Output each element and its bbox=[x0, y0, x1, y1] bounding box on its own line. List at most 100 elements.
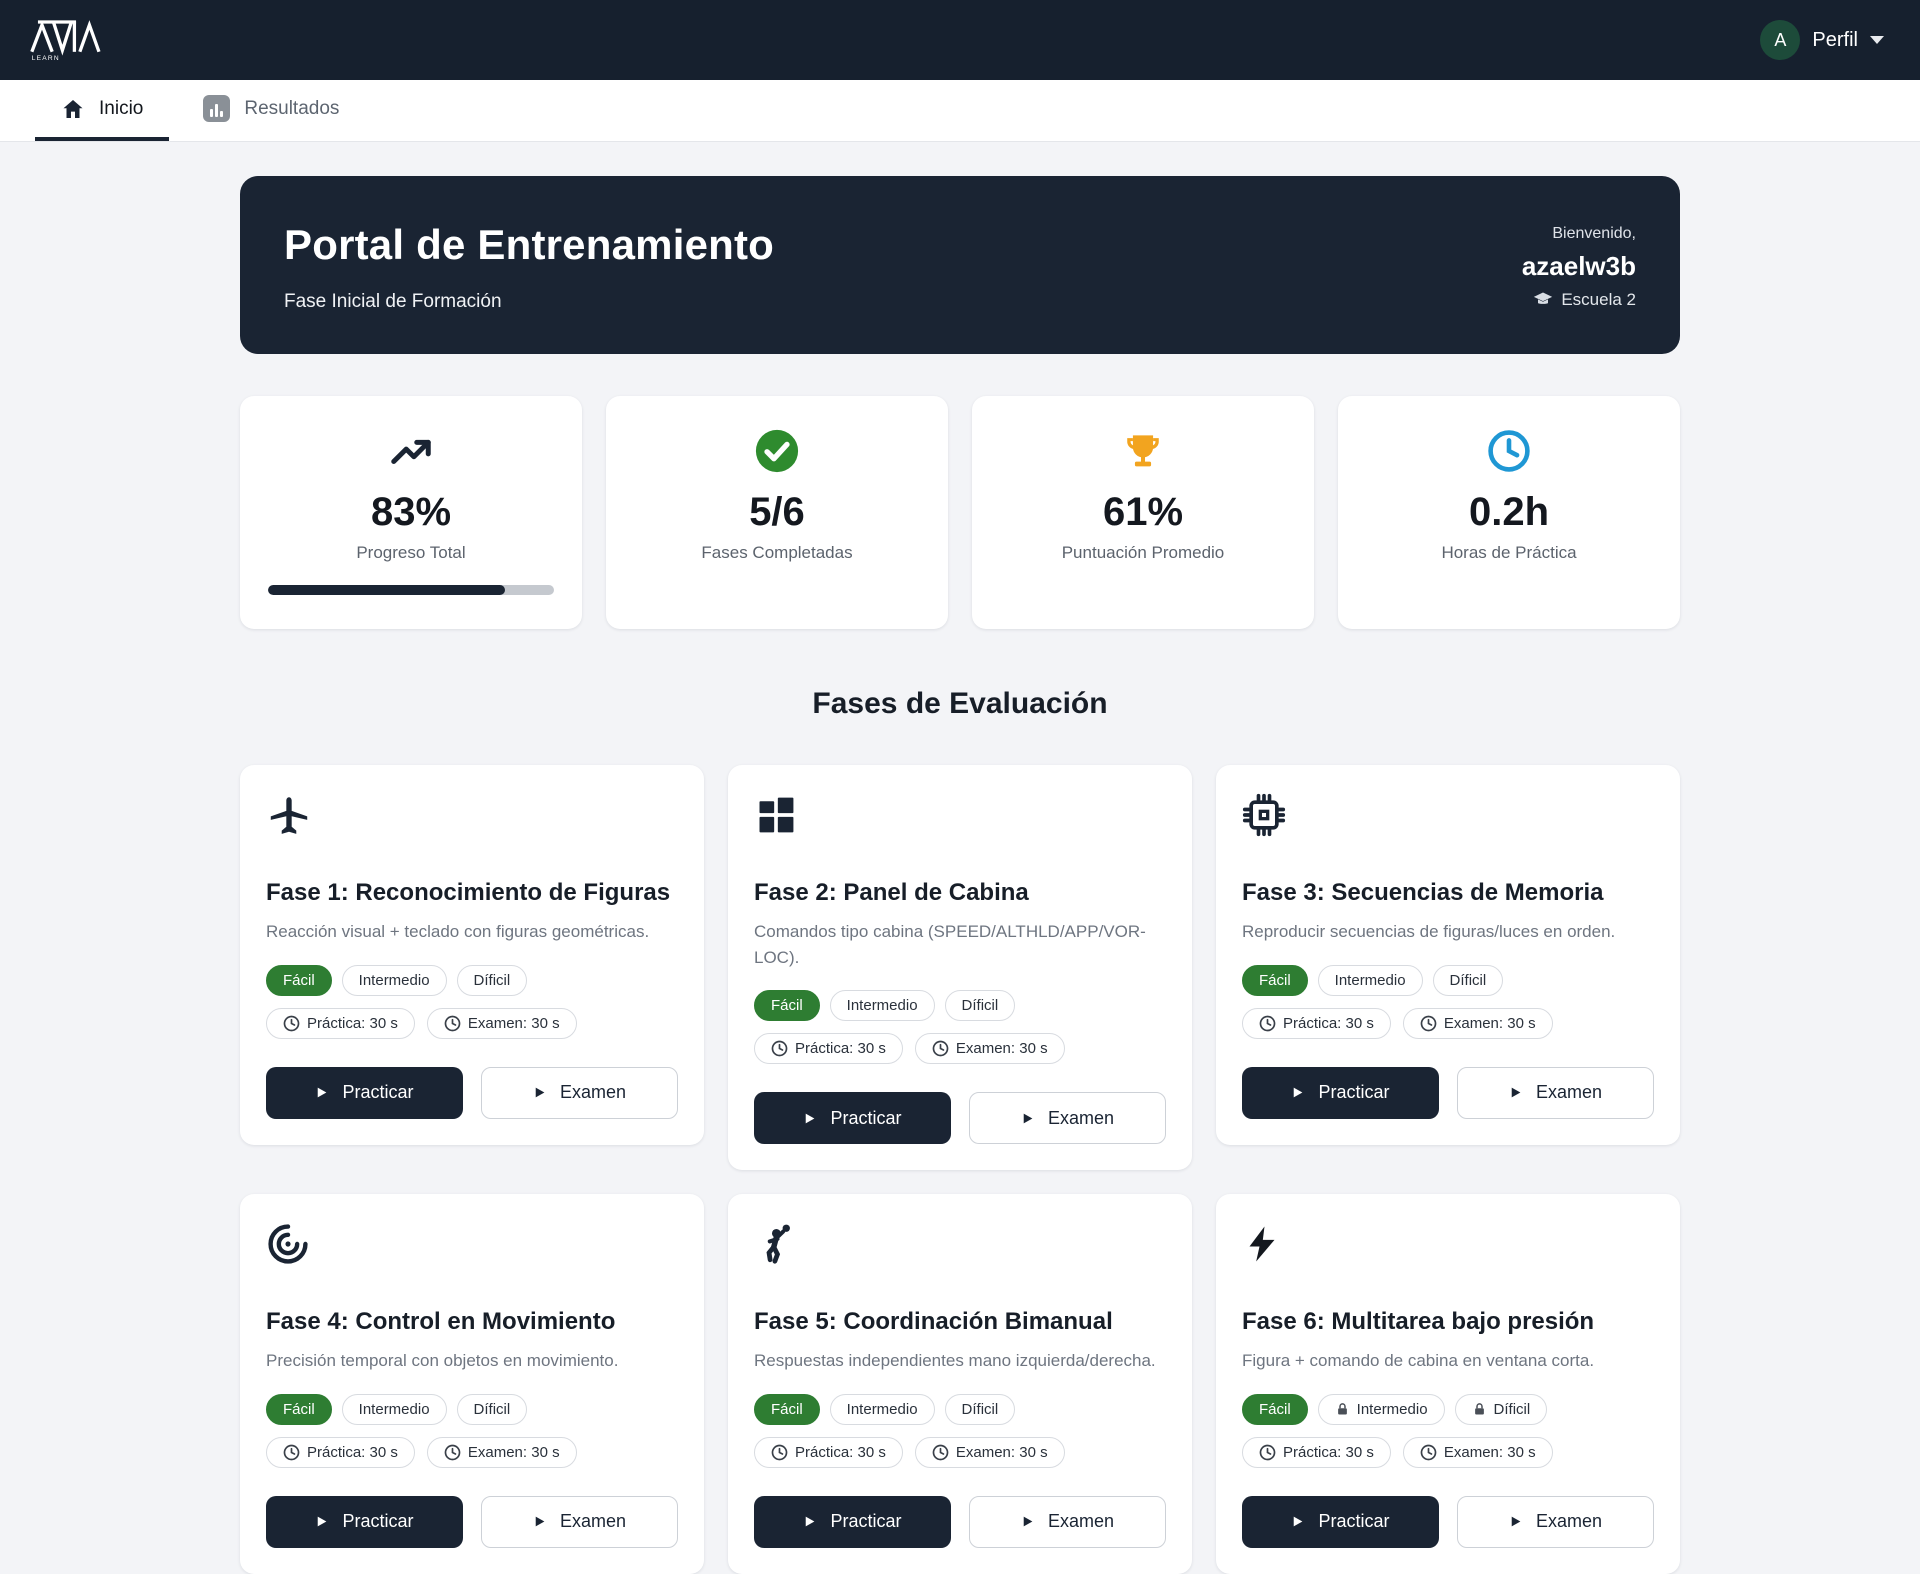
difficulty-chips: Fácil Intermedio Díficil bbox=[266, 965, 678, 996]
clock-icon bbox=[444, 1015, 461, 1032]
lock-icon bbox=[1472, 1402, 1487, 1417]
examen-button[interactable]: Examen bbox=[1457, 1496, 1654, 1548]
chip-facil[interactable]: Fácil bbox=[754, 1394, 820, 1425]
play-icon bbox=[1291, 1086, 1304, 1099]
phase-card-6: Fase 6: Multitarea bajo presión Figura +… bbox=[1216, 1194, 1680, 1574]
chip-dificil[interactable]: Díficil bbox=[1433, 965, 1504, 996]
tab-inicio-label: Inicio bbox=[99, 98, 143, 120]
practice-time-chip: Práctica: 30 s bbox=[754, 1437, 903, 1468]
time-chips: Práctica: 30 s Examen: 30 s bbox=[754, 1437, 1166, 1468]
play-icon bbox=[1021, 1112, 1034, 1125]
phase-card-5: Fase 5: Coordinación Bimanual Respuestas… bbox=[728, 1194, 1192, 1574]
play-icon bbox=[1509, 1086, 1522, 1099]
chip-dificil[interactable]: Díficil bbox=[945, 1394, 1016, 1425]
phase-title: Fase 3: Secuencias de Memoria bbox=[1242, 879, 1654, 907]
chip-dificil[interactable]: Díficil bbox=[945, 990, 1016, 1021]
practice-time-chip: Práctica: 30 s bbox=[754, 1033, 903, 1064]
chevron-down-icon bbox=[1870, 36, 1884, 44]
phase-description: Reproducir secuencias de figuras/luces e… bbox=[1242, 919, 1654, 945]
phase-description: Respuestas independientes mano izquierda… bbox=[754, 1348, 1166, 1374]
clock-icon bbox=[1259, 1444, 1276, 1461]
panel-grid-icon bbox=[754, 793, 1166, 839]
practice-time-chip: Práctica: 30 s bbox=[1242, 1008, 1391, 1039]
practicar-button[interactable]: Practicar bbox=[1242, 1496, 1439, 1548]
school-row: Escuela 2 bbox=[1533, 290, 1636, 310]
play-icon bbox=[533, 1086, 546, 1099]
phase-card-2: Fase 2: Panel de Cabina Comandos tipo ca… bbox=[728, 765, 1192, 1170]
chip-dificil[interactable]: Díficil bbox=[457, 965, 528, 996]
exam-time-chip: Examen: 30 s bbox=[915, 1437, 1065, 1468]
time-chips: Práctica: 30 s Examen: 30 s bbox=[1242, 1008, 1654, 1039]
chip-facil[interactable]: Fácil bbox=[266, 1394, 332, 1425]
chip-intermedio[interactable]: Intermedio bbox=[830, 990, 935, 1021]
stat-value: 83% bbox=[371, 490, 451, 535]
phase-description: Comandos tipo cabina (SPEED/ALTHLD/APP/V… bbox=[754, 919, 1166, 970]
phase-title: Fase 5: Coordinación Bimanual bbox=[754, 1308, 1166, 1336]
practicar-button[interactable]: Practicar bbox=[754, 1092, 951, 1144]
examen-button[interactable]: Examen bbox=[481, 1496, 678, 1548]
practicar-button[interactable]: Practicar bbox=[266, 1496, 463, 1548]
stat-card-phases: 5/6 Fases Completadas bbox=[606, 396, 948, 629]
clock-icon bbox=[1420, 1444, 1437, 1461]
difficulty-chips: Fácil Intermedio Díficil bbox=[754, 990, 1166, 1021]
play-icon bbox=[803, 1112, 816, 1125]
airplane-icon bbox=[266, 793, 678, 839]
profile-menu-button[interactable]: A Perfil bbox=[1760, 20, 1884, 60]
page-title: Portal de Entrenamiento bbox=[284, 221, 774, 269]
chip-intermedio[interactable]: Intermedio bbox=[342, 1394, 447, 1425]
progress-bar-fill bbox=[268, 585, 505, 595]
avatar: A bbox=[1760, 20, 1800, 60]
clock-icon bbox=[1259, 1015, 1276, 1032]
chip-intermedio[interactable]: Intermedio bbox=[342, 965, 447, 996]
difficulty-chips: Fácil Intermedio Díficil bbox=[1242, 965, 1654, 996]
practicar-button[interactable]: Practicar bbox=[754, 1496, 951, 1548]
phase-actions: Practicar Examen bbox=[754, 1092, 1166, 1144]
play-icon bbox=[1021, 1515, 1034, 1528]
examen-button[interactable]: Examen bbox=[481, 1067, 678, 1119]
exam-time-chip: Examen: 30 s bbox=[1403, 1008, 1553, 1039]
exam-time-chip: Examen: 30 s bbox=[427, 1008, 577, 1039]
time-chips: Práctica: 30 s Examen: 30 s bbox=[266, 1008, 678, 1039]
tab-resultados[interactable]: Resultados bbox=[177, 80, 365, 141]
play-icon bbox=[315, 1515, 328, 1528]
chip-intermedio[interactable]: Intermedio bbox=[1318, 965, 1423, 996]
chip-facil[interactable]: Fácil bbox=[1242, 1394, 1308, 1425]
phase-actions: Practicar Examen bbox=[266, 1496, 678, 1548]
school-label: Escuela 2 bbox=[1561, 290, 1636, 310]
phase-actions: Practicar Examen bbox=[266, 1067, 678, 1119]
chip-facil[interactable]: Fácil bbox=[1242, 965, 1308, 996]
stat-value: 61% bbox=[1103, 490, 1183, 535]
username: azaelw3b bbox=[1522, 251, 1636, 282]
welcome-label: Bienvenido, bbox=[1552, 225, 1636, 243]
tab-inicio[interactable]: Inicio bbox=[35, 80, 169, 141]
time-chips: Práctica: 30 s Examen: 30 s bbox=[1242, 1437, 1654, 1468]
disc-target-icon bbox=[266, 1222, 678, 1268]
chip-facil[interactable]: Fácil bbox=[266, 965, 332, 996]
profile-label: Perfil bbox=[1812, 29, 1858, 52]
examen-button[interactable]: Examen bbox=[969, 1496, 1166, 1548]
hero-welcome-block: Bienvenido, azaelw3b Escuela 2 bbox=[1522, 225, 1636, 310]
phase-title: Fase 2: Panel de Cabina bbox=[754, 879, 1166, 907]
play-icon bbox=[1509, 1515, 1522, 1528]
chip-dificil-locked[interactable]: Díficil bbox=[1455, 1394, 1548, 1425]
phase-card-1: Fase 1: Reconocimiento de Figuras Reacci… bbox=[240, 765, 704, 1145]
stat-label: Puntuación Promedio bbox=[1062, 543, 1225, 563]
exam-time-chip: Examen: 30 s bbox=[427, 1437, 577, 1468]
stat-value: 5/6 bbox=[749, 490, 805, 535]
chip-intermedio[interactable]: Intermedio bbox=[830, 1394, 935, 1425]
hero-banner: Portal de Entrenamiento Fase Inicial de … bbox=[240, 176, 1680, 354]
chip-dificil[interactable]: Díficil bbox=[457, 1394, 528, 1425]
section-title: Fases de Evaluación bbox=[240, 687, 1680, 721]
stat-card-progress: 83% Progreso Total bbox=[240, 396, 582, 629]
examen-button[interactable]: Examen bbox=[1457, 1067, 1654, 1119]
chip-intermedio-locked[interactable]: Intermedio bbox=[1318, 1394, 1445, 1425]
practicar-button[interactable]: Practicar bbox=[1242, 1067, 1439, 1119]
chip-facil[interactable]: Fácil bbox=[754, 990, 820, 1021]
difficulty-chips: Fácil Intermedio Díficil bbox=[1242, 1394, 1654, 1425]
practicar-button[interactable]: Practicar bbox=[266, 1067, 463, 1119]
clock-icon bbox=[444, 1444, 461, 1461]
person-ball-icon bbox=[754, 1222, 1166, 1268]
examen-button[interactable]: Examen bbox=[969, 1092, 1166, 1144]
cpu-chip-icon bbox=[1242, 793, 1654, 839]
svg-text:LEARN: LEARN bbox=[32, 55, 60, 62]
